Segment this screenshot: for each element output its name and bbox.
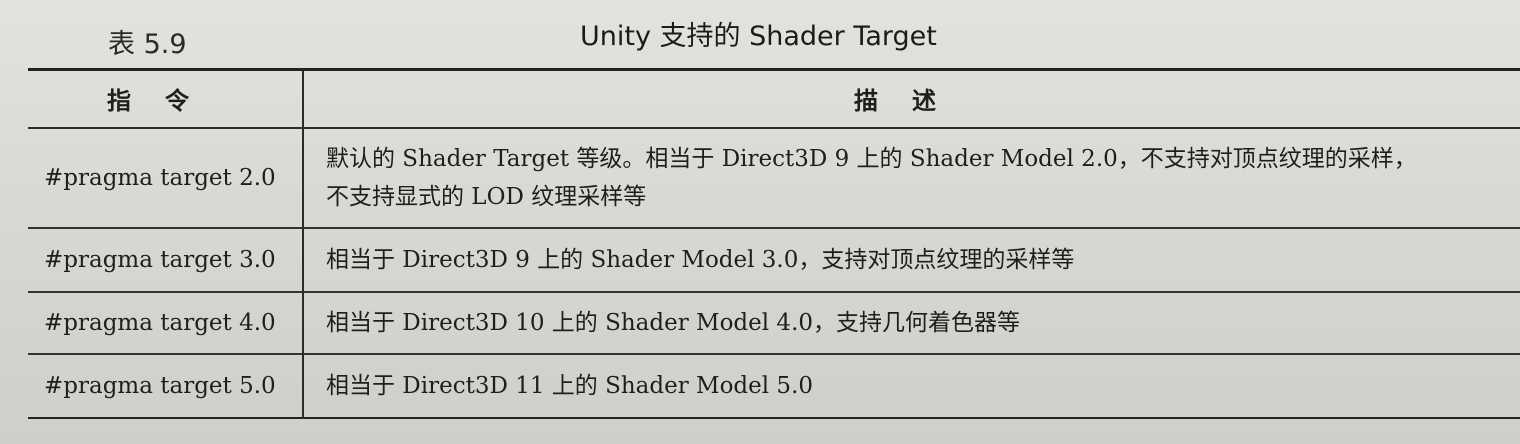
shader-target-table: 指令 描述 #pragma target 2.0 默认的 Shader Targ… — [28, 68, 1520, 419]
header-description: 描述 — [303, 68, 1520, 129]
description-line: 相当于 Direct3D 9 上的 Shader Model 3.0，支持对顶点… — [326, 246, 1075, 273]
directive-cell: #pragma target 5.0 — [28, 353, 304, 418]
directive-cell: #pragma target 4.0 — [28, 291, 304, 354]
description-cell: 相当于 Direct3D 10 上的 Shader Model 4.0，支持几何… — [303, 292, 1520, 354]
description-cell: 默认的 Shader Target 等级。相当于 Direct3D 9 上的 S… — [303, 128, 1520, 228]
table-header-row: 指令 描述 — [28, 68, 1520, 129]
directive-cell: #pragma target 2.0 — [28, 127, 304, 228]
directive-cell: #pragma target 3.0 — [28, 227, 304, 292]
table-number: 表 5.9 — [108, 29, 187, 60]
description-cell: 相当于 Direct3D 11 上的 Shader Model 5.0 — [303, 354, 1520, 418]
table-row: #pragma target 2.0 默认的 Shader Target 等级。… — [28, 127, 1520, 228]
book-page: 表 5.9 Unity 支持的 Shader Target 指令 描述 #pra… — [0, 0, 1520, 444]
description-line: 相当于 Direct3D 10 上的 Shader Model 4.0，支持几何… — [326, 309, 1021, 336]
description-line: 默认的 Shader Target 等级。相当于 Direct3D 9 上的 S… — [326, 145, 1417, 172]
table-row: #pragma target 3.0 相当于 Direct3D 9 上的 Sha… — [28, 227, 1520, 292]
description-line: 不支持显式的 LOD 纹理采样等 — [326, 183, 647, 210]
table-row: #pragma target 5.0 相当于 Direct3D 11 上的 Sh… — [28, 353, 1520, 418]
description-cell: 相当于 Direct3D 9 上的 Shader Model 3.0，支持对顶点… — [303, 228, 1520, 292]
header-directive: 指令 — [28, 68, 304, 129]
table-caption: Unity 支持的 Shader Target — [580, 21, 937, 52]
table-row: #pragma target 4.0 相当于 Direct3D 10 上的 Sh… — [28, 291, 1520, 354]
description-line: 相当于 Direct3D 11 上的 Shader Model 5.0 — [326, 372, 814, 399]
